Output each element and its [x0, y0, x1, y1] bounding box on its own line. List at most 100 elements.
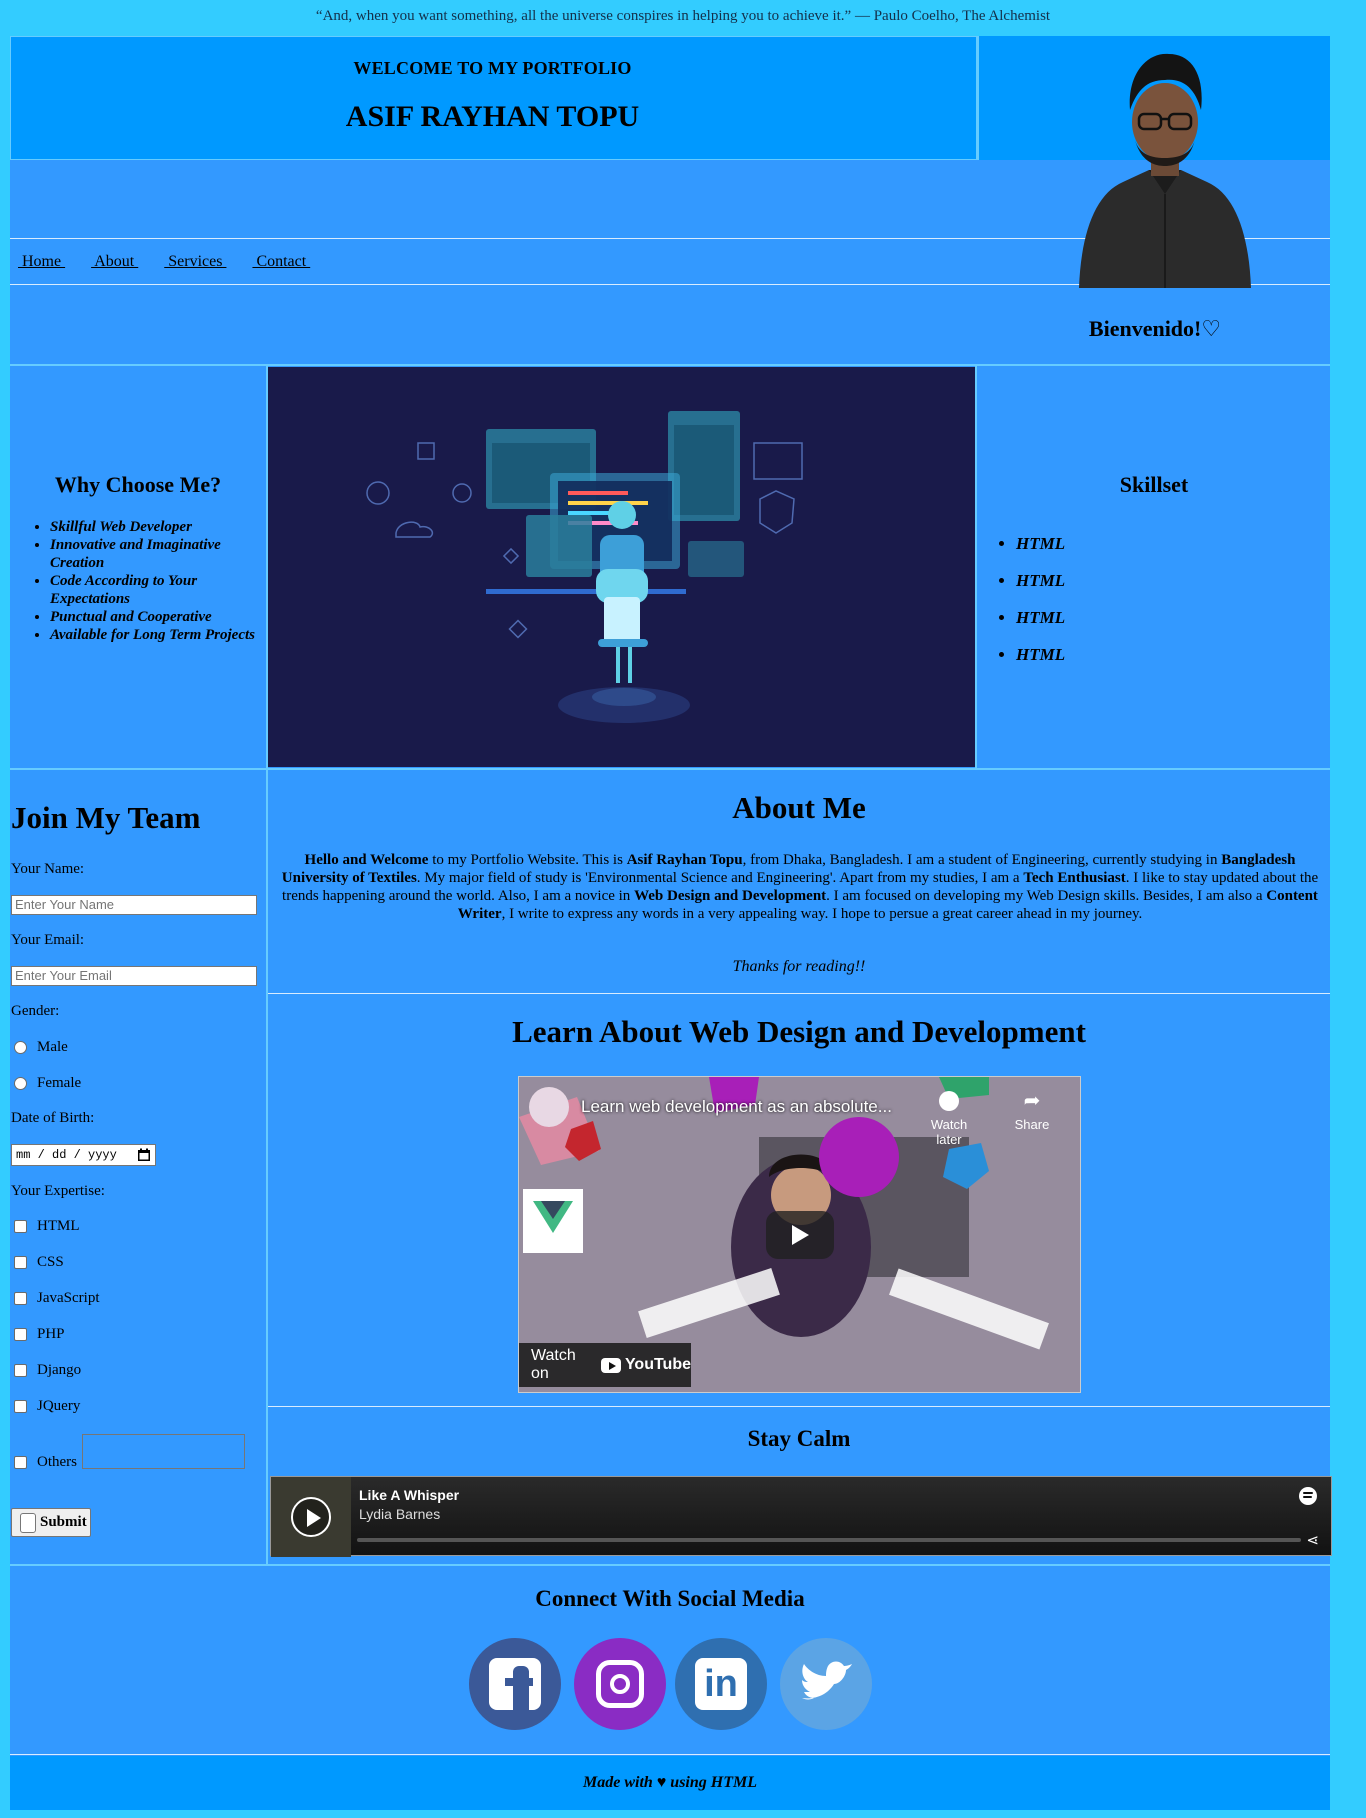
- female-radio[interactable]: [14, 1077, 27, 1090]
- expertise-php[interactable]: PHP: [14, 1326, 65, 1343]
- others-textarea[interactable]: [82, 1434, 245, 1469]
- list-item: HTML: [1016, 608, 1065, 628]
- html-label: HTML: [37, 1218, 80, 1234]
- html-checkbox[interactable]: [14, 1220, 27, 1233]
- expertise-others[interactable]: Others: [14, 1454, 77, 1471]
- list-item: Punctual and Cooperative: [50, 608, 260, 626]
- track-artist[interactable]: Lydia Barnes: [359, 1506, 440, 1522]
- profile-photo: [1079, 53, 1251, 288]
- django-label: Django: [37, 1362, 82, 1378]
- jquery-label: JQuery: [37, 1398, 81, 1414]
- spotify-logo-icon[interactable]: [1299, 1487, 1317, 1505]
- list-item: Code According to Your Expectations: [50, 572, 260, 608]
- text: . My major field of study is 'Environmen…: [416, 870, 1024, 886]
- django-checkbox[interactable]: [14, 1364, 27, 1377]
- css-label: CSS: [37, 1254, 64, 1270]
- expertise-javascript[interactable]: JavaScript: [14, 1290, 99, 1307]
- facebook-glyph: [489, 1658, 541, 1710]
- welcome-heading: WELCOME TO MY PORTFOLIO: [353, 58, 632, 78]
- nav-contact[interactable]: Contact: [252, 253, 310, 271]
- share-icon[interactable]: ⋖: [1306, 1531, 1319, 1549]
- footer: Made with ♥ using HTML: [10, 1756, 1330, 1810]
- watch-later-label: Watch later: [930, 1117, 968, 1147]
- divider: [10, 768, 1330, 770]
- calendar-icon[interactable]: [137, 1148, 151, 1162]
- album-art: [271, 1477, 351, 1557]
- divider: [10, 1754, 1330, 1755]
- expertise-html[interactable]: HTML: [14, 1218, 80, 1235]
- twitter-glyph: [802, 1661, 852, 1700]
- name-label: Your Name:: [11, 861, 85, 877]
- about-paragraph: Hello and Welcome to my Portfolio Websit…: [270, 851, 1330, 923]
- dob-placeholder: mm / dd / yyyy: [16, 1148, 117, 1162]
- youtube-embed[interactable]: Learn web development as an absolute... …: [518, 1076, 1081, 1393]
- divider: [268, 993, 1330, 994]
- stay-calm-heading: Stay Calm: [747, 1426, 851, 1451]
- jquery-checkbox[interactable]: [14, 1400, 27, 1413]
- thanks-text: Thanks for reading!!: [732, 958, 866, 975]
- column-divider: [975, 364, 977, 770]
- bold-text: Tech Enthusiast: [1023, 870, 1126, 886]
- header-banner: [10, 36, 977, 160]
- join-team-heading: Join My Team: [11, 800, 201, 835]
- name-input[interactable]: Enter Your Name: [11, 895, 257, 915]
- css-checkbox[interactable]: [14, 1256, 27, 1269]
- javascript-checkbox[interactable]: [14, 1292, 27, 1305]
- gender-female-option[interactable]: Female: [14, 1075, 81, 1092]
- track-title[interactable]: Like A Whisper: [359, 1487, 459, 1503]
- linkedin-icon[interactable]: in: [675, 1638, 767, 1730]
- linkedin-glyph: in: [695, 1658, 747, 1710]
- facebook-icon[interactable]: [469, 1638, 561, 1730]
- list-item: Innovative and Imaginative Creation: [50, 536, 260, 572]
- instagram-icon[interactable]: [574, 1638, 666, 1730]
- play-button[interactable]: [766, 1211, 834, 1259]
- name-heading: ASIF RAYHAN TOPU: [345, 100, 640, 133]
- share-icon: ➦: [1023, 1090, 1041, 1112]
- developer-illustration: [268, 367, 975, 767]
- learn-heading: Learn About Web Design and Development: [512, 1014, 1086, 1049]
- nav-home[interactable]: Home: [18, 253, 65, 271]
- php-checkbox[interactable]: [14, 1328, 27, 1341]
- submit-button[interactable]: Submit: [11, 1508, 91, 1537]
- email-label: Your Email:: [11, 932, 85, 948]
- text: , I write to express any words in a very…: [501, 906, 1143, 922]
- about-heading: About Me: [732, 790, 866, 825]
- text: . I am focused on developing my Web Desi…: [826, 888, 1267, 904]
- php-label: PHP: [37, 1326, 65, 1342]
- email-input[interactable]: Enter Your Email: [11, 966, 257, 986]
- why-choose-heading: Why Choose Me?: [54, 472, 222, 497]
- why-choose-list: Skillful Web Developer Innovative and Im…: [50, 518, 260, 644]
- male-label: Male: [37, 1039, 68, 1055]
- spotify-embed[interactable]: Like A Whisper Lydia Barnes ⋖: [270, 1476, 1332, 1557]
- video-title[interactable]: Learn web development as an absolute...: [581, 1097, 892, 1117]
- share-button[interactable]: ➦ Share: [1007, 1087, 1057, 1132]
- expertise-django[interactable]: Django: [14, 1362, 81, 1379]
- watch-later-button[interactable]: Watch later: [919, 1087, 979, 1147]
- twitter-icon[interactable]: [780, 1638, 872, 1730]
- progress-bar[interactable]: [357, 1538, 1301, 1542]
- list-item: HTML: [1016, 571, 1065, 591]
- expertise-label: Your Expertise:: [11, 1183, 105, 1199]
- nav-about[interactable]: About: [91, 253, 138, 271]
- spotify-play-button[interactable]: [291, 1497, 331, 1537]
- male-radio[interactable]: [14, 1041, 27, 1054]
- instagram-glyph: [596, 1660, 644, 1708]
- watch-on-youtube-button[interactable]: Watch on YouTube: [519, 1343, 691, 1387]
- dob-input[interactable]: mm / dd / yyyy: [11, 1144, 156, 1166]
- list-item: Skillful Web Developer: [50, 518, 260, 536]
- play-icon: [307, 1509, 321, 1527]
- nav-services[interactable]: Services: [164, 253, 226, 271]
- expertise-css[interactable]: CSS: [14, 1254, 64, 1271]
- youtube-label: YouTube: [624, 1356, 691, 1373]
- others-checkbox[interactable]: [14, 1456, 27, 1469]
- bold-text: Web Design and Development: [634, 888, 827, 904]
- gender-male-option[interactable]: Male: [14, 1039, 68, 1056]
- social-heading: Connect With Social Media: [535, 1586, 805, 1611]
- submit-checkbox[interactable]: [20, 1512, 36, 1533]
- play-icon: [792, 1225, 809, 1245]
- channel-avatar[interactable]: [529, 1087, 569, 1127]
- list-item: HTML: [1016, 645, 1065, 665]
- skillset-list: HTML HTML HTML HTML: [1016, 534, 1065, 682]
- others-label: Others: [37, 1454, 77, 1470]
- expertise-jquery[interactable]: JQuery: [14, 1398, 80, 1415]
